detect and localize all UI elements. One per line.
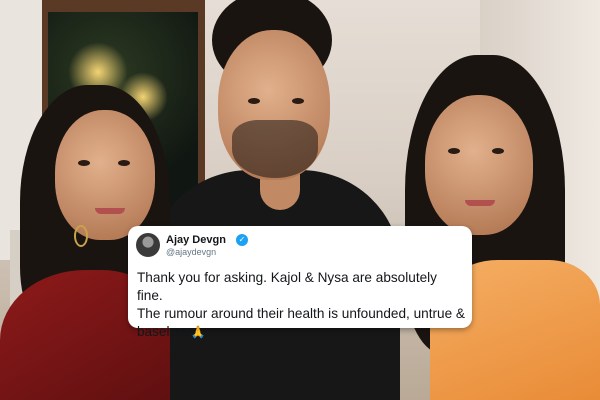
girl-right-face [425, 95, 533, 235]
tweet-handle: @ajaydevgn [166, 247, 217, 257]
woman-left-face [55, 110, 155, 240]
tweet-line-1: Thank you for asking. Kajol & Nysa are a… [137, 270, 437, 303]
tweet-card: Ajay Devgn ✓ @ajaydevgn Thank you for as… [128, 226, 472, 339]
folded-hands-icon: 🙏 [190, 325, 206, 339]
girl-right-smile [465, 200, 495, 206]
man-beard [232, 120, 318, 178]
tweet-display-name: Ajay Devgn [166, 234, 226, 246]
woman-left-smile [95, 208, 125, 214]
avatar [136, 233, 160, 257]
tweet-text: Thank you for asking. Kajol & Nysa are a… [137, 269, 465, 341]
verified-badge-icon: ✓ [236, 234, 248, 246]
tweet-line-2: The rumour around their health is unfoun… [137, 306, 465, 321]
earring-icon [74, 225, 88, 247]
tweet-line-3: baseless🙏 [137, 324, 206, 339]
